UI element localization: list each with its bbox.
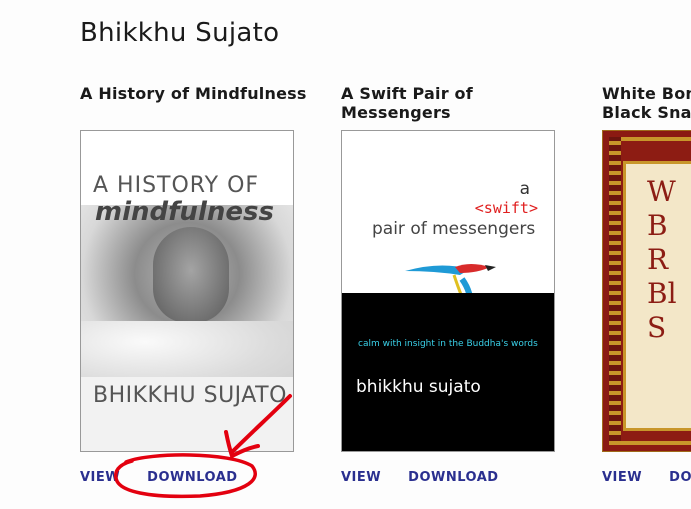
red-annotation-circle-arrow — [114, 394, 292, 499]
